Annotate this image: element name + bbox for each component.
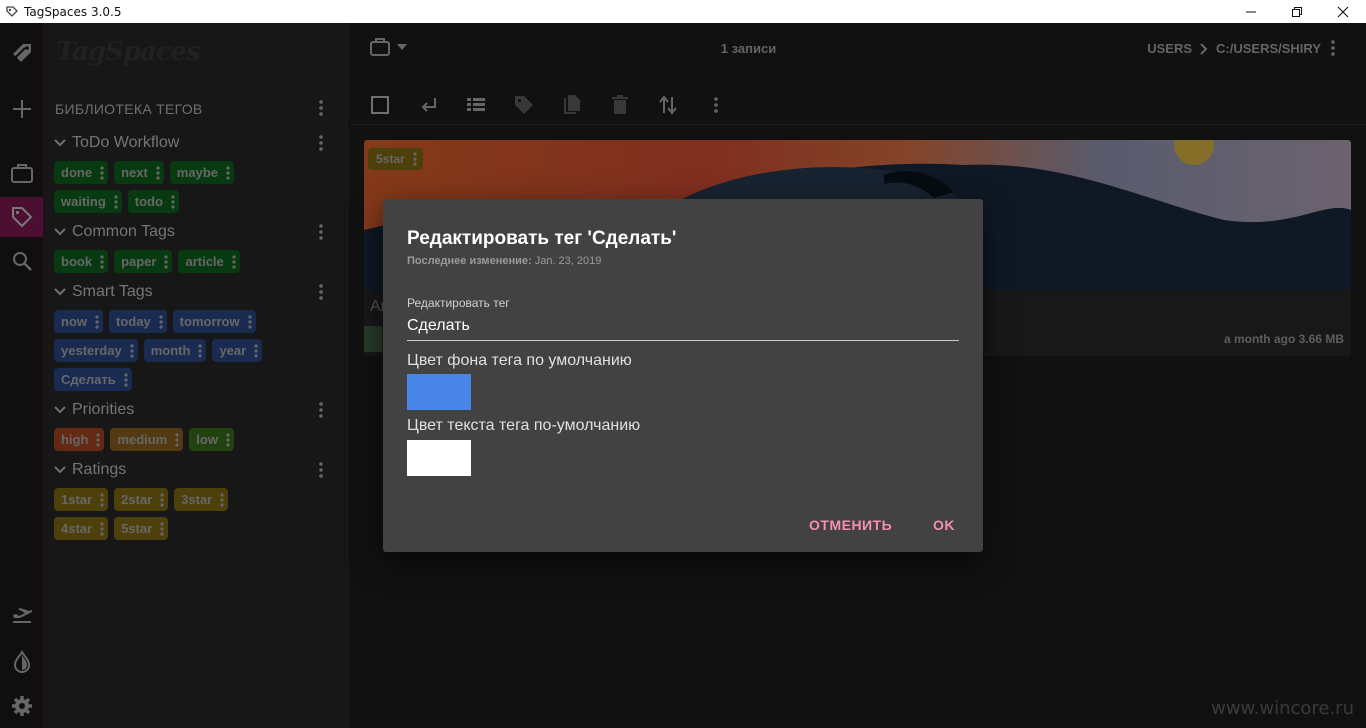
close-icon [1337,6,1349,17]
restore-icon [1292,6,1302,17]
text-color-label: Цвет текста тега по-умолчанию [407,417,641,434]
app-icon [6,5,18,17]
ok-button[interactable]: OK [933,517,955,533]
bg-color-label: Цвет фона тега по умолчанию [407,352,632,369]
text-color-swatch[interactable] [407,440,471,476]
bg-color-swatch[interactable] [407,374,471,410]
dialog-modified: Последнее изменение: Jan. 23, 2019 [407,255,601,267]
tag-name-label: Редактировать тег [407,296,510,310]
cancel-button[interactable]: ОТМЕНИТЬ [809,517,892,533]
window-titlebar: TagSpaces 3.0.5 [0,0,1366,23]
window-title: TagSpaces 3.0.5 [24,4,122,19]
restore-button[interactable] [1274,0,1320,23]
tag-name-input[interactable]: Сделать [407,313,959,341]
minimize-icon [1246,11,1256,12]
modified-value: Jan. 23, 2019 [534,255,602,267]
minimize-button[interactable] [1228,0,1274,23]
modified-label: Последнее изменение: [407,255,532,267]
edit-tag-dialog: Редактировать тег 'Сделать' Последнее из… [383,199,983,552]
dialog-title: Редактировать тег 'Сделать' [407,228,677,249]
close-button[interactable] [1320,0,1366,23]
